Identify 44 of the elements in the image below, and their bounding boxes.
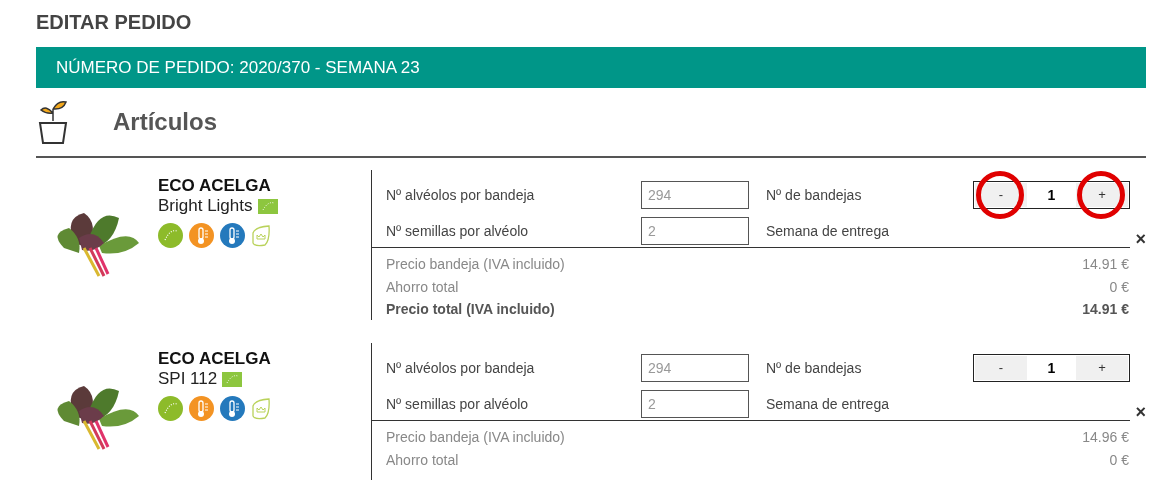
- field-label: Nº de bandejas: [766, 359, 863, 376]
- quantity-value: 1: [1046, 185, 1057, 205]
- quantity-stepper[interactable]: - 1 +: [973, 353, 1130, 382]
- organic-leaf-icon: [158, 223, 183, 248]
- leaf-crown-icon: [251, 397, 271, 420]
- order-banner: NÚMERO DE PEDIDO: 2020/370 - SEMANA 23: [36, 47, 1146, 88]
- price-label: Precio bandeja (IVA incluido): [386, 429, 565, 446]
- price-value: 14.91 €: [1082, 301, 1129, 318]
- product-name: ECO ACELGA: [158, 349, 271, 369]
- minus-button[interactable]: -: [975, 355, 1027, 380]
- close-button[interactable]: ×: [1135, 232, 1146, 246]
- variety-name: Bright Lights: [158, 196, 253, 216]
- price-label: Ahorro total: [386, 278, 459, 295]
- price-value: 0 €: [1109, 451, 1129, 468]
- leaf-crown-icon: [251, 224, 271, 247]
- price-value: 14.91 €: [1082, 256, 1129, 273]
- field-label: Nº semillas por alvéolo: [386, 396, 530, 413]
- section-title: Artículos: [113, 108, 217, 136]
- field-label: Nº alvéolos por bandeja: [386, 359, 536, 376]
- thermometer-icon: [220, 223, 245, 248]
- plant-pot-icon: [36, 99, 70, 145]
- quantity-value: 1: [1046, 358, 1057, 378]
- thermometer-icon: [189, 223, 214, 248]
- close-button[interactable]: ×: [1135, 405, 1146, 419]
- price-value: 14.96 €: [1082, 429, 1129, 446]
- field-label: Nº alvéolos por bandeja: [386, 186, 536, 203]
- thermometer-icon: [189, 396, 214, 421]
- field-label: Semana de entrega: [766, 223, 890, 240]
- plus-button[interactable]: +: [1076, 355, 1128, 380]
- field-label: Semana de entrega: [766, 396, 890, 413]
- product-name: ECO ACELGA: [158, 176, 272, 196]
- quantity-stepper[interactable]: - 1 +: [973, 180, 1130, 209]
- variety-name: SPI 112: [158, 369, 218, 389]
- price-label: Precio bandeja (IVA incluido): [386, 256, 565, 273]
- price-label: Ahorro total: [386, 451, 459, 468]
- price-label: Precio total (IVA incluido): [386, 301, 555, 318]
- eu-organic-icon: [222, 371, 243, 387]
- price-value: 0 €: [1109, 278, 1129, 295]
- field-label: Nº semillas por alvéolo: [386, 223, 530, 240]
- eu-organic-icon: [257, 198, 278, 214]
- organic-leaf-icon: [158, 396, 183, 421]
- thermometer-icon: [220, 396, 245, 421]
- page-title: EDITAR PEDIDO: [36, 10, 193, 35]
- field-label: Nº de bandejas: [766, 186, 863, 203]
